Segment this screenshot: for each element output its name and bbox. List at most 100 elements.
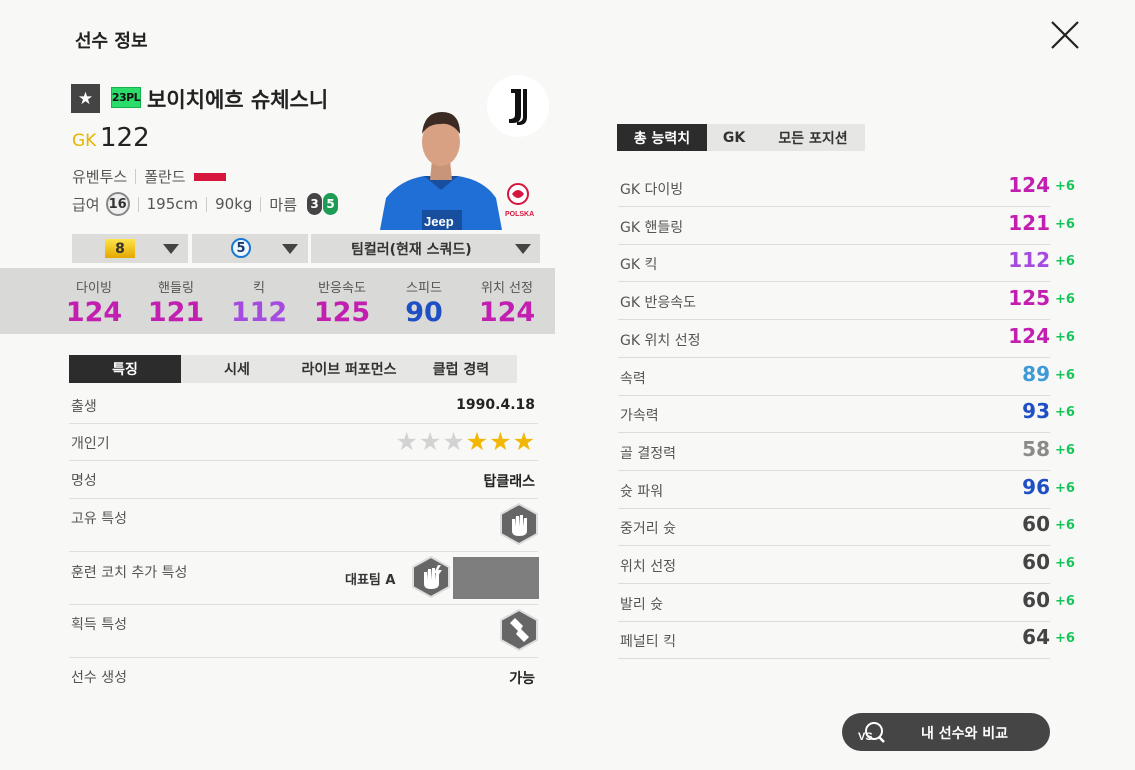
attribute-row: GK 위치 선정 124 +6 (618, 320, 1075, 358)
attribute-bonus: +6 (1055, 631, 1075, 647)
create-label: 선수 생성 (71, 670, 127, 686)
attribute-bonus: +6 (1055, 518, 1075, 534)
summary-stat-value: 112 (230, 297, 288, 328)
compare-label: 내 선수와 비교 (921, 726, 1009, 742)
nation-logo-text: POLSKA (505, 211, 534, 218)
attribute-row: GK 반응속도 125 +6 (618, 282, 1075, 321)
overall-value: 122 (100, 123, 150, 153)
tab-traits[interactable]: 특징 (69, 355, 181, 383)
body-type: 마름 (269, 195, 298, 214)
nation-logo: POLSKA (501, 180, 535, 220)
attribute-row: 속력 89 +6 (618, 358, 1075, 396)
attribute-name: 발리 슛 (620, 596, 664, 613)
star-empty-icon: ★ (395, 427, 419, 456)
attribute-tabs: 총 능력치 GK 모든 포지션 (617, 124, 865, 151)
summary-stat: 다이빙 124 (54, 277, 134, 328)
club-nation-row: 유벤투스 폴란드 (72, 166, 226, 187)
attribute-bonus: +6 (1055, 442, 1075, 458)
glove-save-icon[interactable] (500, 609, 538, 651)
nation-name: 폴란드 (144, 168, 186, 186)
star-filled-icon: ★ (489, 427, 513, 456)
attribute-row: 발리 슛 60 +6 (618, 584, 1075, 622)
page-title: 선수 정보 (75, 31, 148, 52)
attribute-bonus: +6 (1055, 292, 1075, 308)
attribute-value: 93 (1022, 399, 1050, 424)
attribute-value: 60 (1022, 512, 1050, 537)
acquired-trait-label: 획득 특성 (71, 617, 127, 633)
coach-trait-row: 훈련 코치 추가 특성 대표팀 A (69, 552, 539, 605)
attribute-value: 58 (1022, 436, 1050, 461)
goalkeeper-glove-icon[interactable] (500, 503, 538, 545)
attribute-bonus: +6 (1055, 367, 1075, 383)
foot-badges: 3 5 (307, 193, 339, 215)
acquired-trait-row: 획득 특성 (69, 605, 538, 658)
compare-button[interactable]: VS 내 선수와 비교 (842, 713, 1050, 751)
attribute-row: 페널티 킥 64 +6 (618, 621, 1075, 660)
birth-value: 1990.4.18 (456, 397, 535, 413)
create-row: 선수 생성 가능 (69, 658, 538, 696)
summary-stat-value: 125 (313, 297, 371, 328)
attribute-row: GK 핸들링 121 +6 (618, 207, 1075, 245)
attribute-name: 속력 (620, 370, 646, 387)
summary-stat-label: 킥 (253, 281, 265, 296)
summary-stat-value: 124 (65, 297, 123, 328)
summary-stat: 킥 112 (219, 277, 299, 328)
upgrade-selector[interactable]: 8 (72, 234, 188, 263)
attribute-row: 가속력 93 +6 (618, 395, 1075, 434)
tab-club-career[interactable]: 클럽 경력 (405, 355, 517, 383)
star-empty-icon: ★ (418, 427, 443, 456)
skill-selector[interactable]: 5 (192, 234, 308, 263)
summary-stat: 스피드 90 (384, 277, 464, 328)
weak-foot-badge: 3 (307, 193, 323, 215)
attribute-bonus: +6 (1055, 179, 1075, 194)
attribute-name: GK 핸들링 (620, 219, 684, 236)
attribute-name: 골 결정력 (620, 445, 676, 462)
empty-trait-slot[interactable] (453, 557, 539, 599)
pay-label: 급여 (72, 195, 100, 214)
tab-all-positions[interactable]: 모든 포지션 (761, 124, 865, 151)
favorite-star-icon[interactable]: ★ (71, 84, 100, 113)
close-icon[interactable] (1048, 18, 1082, 52)
physical-row: 급여 16 195cm 90kg 마름 3 5 (72, 192, 339, 216)
poland-flag-icon (193, 172, 226, 181)
attribute-row: GK 다이빙 124 +6 (618, 169, 1075, 207)
star-filled-icon: ★ (465, 427, 490, 456)
create-value: 가능 (509, 671, 535, 687)
summary-stat-label: 스피드 (406, 281, 442, 296)
summary-stat-value: 124 (478, 297, 536, 328)
attribute-row: 중거리 슛 60 +6 (618, 508, 1075, 547)
summary-stat: 반응속도 125 (302, 277, 382, 328)
divider (135, 169, 137, 184)
tab-price[interactable]: 시세 (181, 355, 293, 383)
attribute-name: 페널티 킥 (620, 634, 676, 651)
skill-badge: 5 (231, 238, 251, 258)
attribute-row: 위치 선정 60 +6 (618, 546, 1075, 584)
juventus-logo-icon (509, 89, 527, 125)
tab-live-performance[interactable]: 라이브 퍼포먼스 (293, 355, 405, 383)
summary-stat-value: 121 (147, 297, 205, 328)
attribute-value: 89 (1022, 361, 1050, 386)
attribute-bonus: +6 (1055, 405, 1075, 421)
attribute-bonus: +6 (1055, 216, 1075, 232)
club-name: 유벤투스 (72, 168, 128, 186)
season-badge: 23PL (111, 87, 141, 108)
popularity-stars: ★★★★★★ (395, 427, 536, 456)
lightning-glove-icon[interactable] (412, 556, 450, 598)
attribute-name: 위치 선정 (620, 559, 676, 575)
attribute-name: GK 다이빙 (620, 182, 684, 198)
attribute-bonus: +6 (1055, 593, 1075, 609)
tab-total-stats[interactable]: 총 능력치 (617, 124, 707, 151)
player-name: 보이치에흐 슈체스니 (147, 88, 329, 112)
attribute-value: 124 (1008, 323, 1050, 348)
summary-stat: 핸들링 121 (136, 277, 216, 328)
chevron-down-icon (515, 244, 531, 254)
close-button[interactable] (1048, 18, 1082, 52)
coach-trait-value: 대표팀 A (345, 573, 396, 588)
tab-gk[interactable]: GK (707, 124, 761, 151)
unique-trait-row: 고유 특성 (69, 499, 538, 552)
weight-value: 90kg (215, 195, 253, 213)
attribute-row: GK 킥 112 +6 (618, 244, 1075, 283)
coach-trait-label: 훈련 코치 추가 특성 (71, 565, 188, 581)
detail-tabs: 특징 시세 라이브 퍼포먼스 클럽 경력 (69, 355, 517, 383)
team-color-selector[interactable]: 팀컬러(현재 스쿼드) (311, 234, 540, 263)
